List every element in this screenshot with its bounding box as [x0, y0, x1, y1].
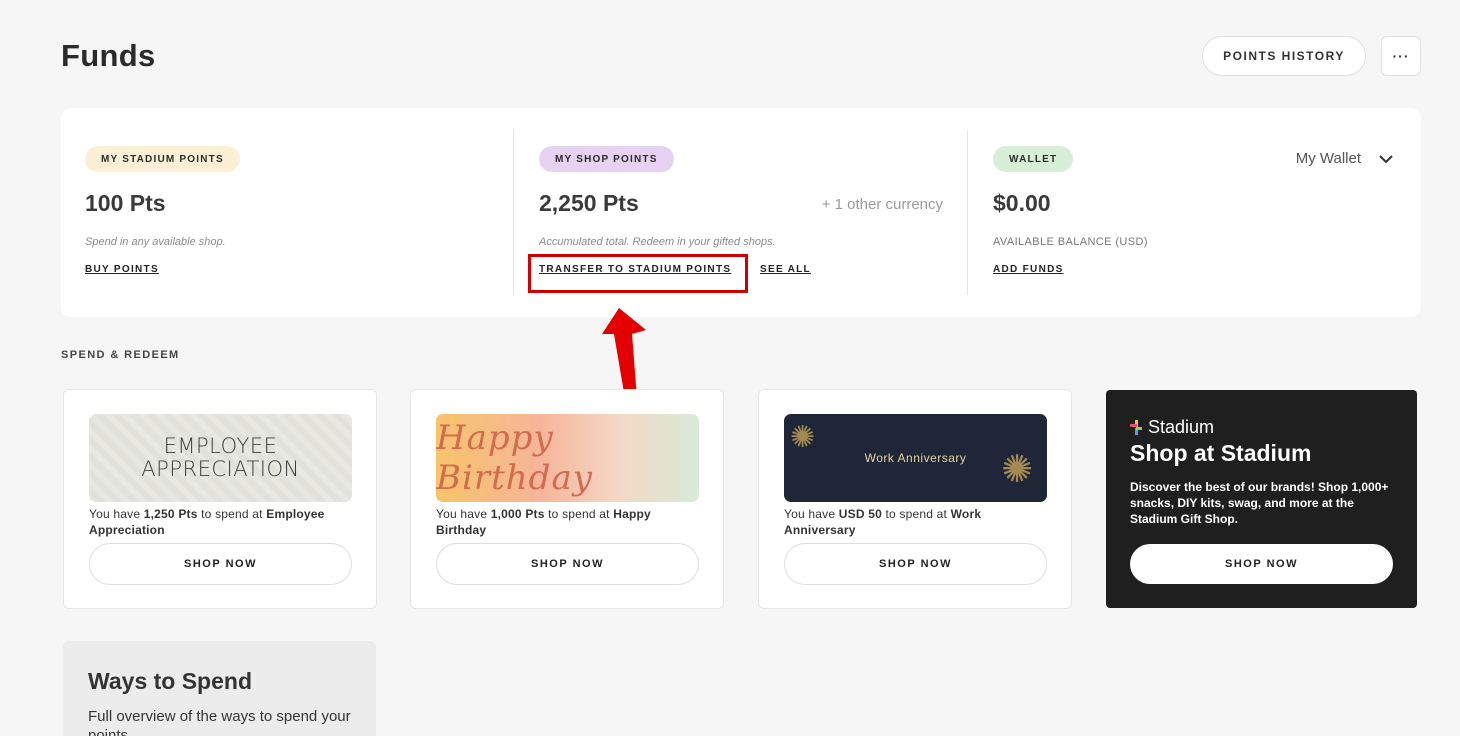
- shop-card-work-anniversary: ✺ ✺ Work Anniversary You have USD 50 to …: [758, 389, 1072, 609]
- points-history-button[interactable]: POINTS HISTORY: [1202, 36, 1366, 76]
- add-funds-link[interactable]: ADD FUNDS: [993, 264, 1064, 275]
- ways-to-spend-description: Full overview of the ways to spend your …: [88, 708, 351, 736]
- ways-to-spend-title: Ways to Spend: [88, 668, 252, 694]
- ways-to-spend-card[interactable]: Ways to Spend Full overview of the ways …: [63, 641, 376, 736]
- shop-banner: Happy Birthday: [436, 414, 699, 502]
- chevron-down-icon: [1379, 154, 1393, 163]
- see-all-link[interactable]: SEE ALL: [760, 264, 811, 275]
- wallet-amount: $0.00: [993, 190, 1051, 216]
- stadium-points-badge: MY STADIUM POINTS: [85, 146, 240, 172]
- wallet-balance-note: AVAILABLE BALANCE (USD): [993, 236, 1148, 248]
- stadium-points-note: Spend in any available shop.: [85, 236, 226, 248]
- more-icon: ···: [1392, 48, 1410, 64]
- shop-now-button[interactable]: SHOP NOW: [436, 543, 699, 585]
- stadium-logo-text: Stadium: [1148, 417, 1215, 437]
- wallet-column: WALLET My Wallet $0.00 AVAILABLE BALANCE…: [993, 108, 1403, 317]
- divider: [513, 130, 514, 295]
- shop-banner: EMPLOYEE APPRECIATION: [89, 414, 352, 502]
- stadium-points-column: MY STADIUM POINTS 100 Pts Spend in any a…: [85, 108, 505, 317]
- banner-text: Work Anniversary: [864, 451, 967, 465]
- shop-points-note: Accumulated total. Redeem in your gifted…: [539, 236, 776, 248]
- buy-points-link[interactable]: BUY POINTS: [85, 264, 159, 275]
- wallet-selector-label: My Wallet: [1295, 150, 1361, 167]
- stadium-shop-description: Discover the best of our brands! Shop 1,…: [1130, 480, 1389, 526]
- stadium-shop-now-button[interactable]: SHOP NOW: [1130, 544, 1393, 584]
- stadium-logo-icon: [1130, 419, 1142, 435]
- shop-card-happy-birthday: Happy Birthday You have 1,000 Pts to spe…: [410, 389, 724, 609]
- firework-icon: ✺: [790, 421, 816, 454]
- shop-banner: ✺ ✺ Work Anniversary: [784, 414, 1047, 502]
- stadium-shop-title: Shop at Stadium: [1130, 440, 1312, 466]
- banner-text: EMPLOYEE APPRECIATION: [141, 434, 300, 481]
- more-options-button[interactable]: ···: [1381, 36, 1421, 76]
- shop-points-amount: 2,250 Pts: [539, 190, 639, 216]
- other-currency-link[interactable]: + 1 other currency: [822, 196, 943, 213]
- shop-now-button[interactable]: SHOP NOW: [784, 543, 1047, 585]
- page-title: Funds: [61, 38, 156, 73]
- shop-points-badge: MY SHOP POINTS: [539, 146, 674, 172]
- divider: [967, 130, 968, 295]
- shop-balance-text: You have USD 50 to spend at Work Anniver…: [784, 507, 982, 537]
- stadium-points-amount: 100 Pts: [85, 190, 166, 216]
- shop-balance-text: You have 1,250 Pts to spend at Employee …: [89, 507, 325, 537]
- banner-text: Happy Birthday: [436, 418, 593, 498]
- shop-balance-text: You have 1,000 Pts to spend at Happy Bir…: [436, 507, 651, 537]
- highlight-box: [528, 254, 748, 293]
- spend-redeem-section-label: SPEND & REDEEM: [61, 349, 180, 361]
- stadium-shop-card: Stadium Shop at Stadium Discover the bes…: [1106, 390, 1417, 608]
- stadium-logo: Stadium: [1130, 417, 1214, 438]
- shop-now-button[interactable]: SHOP NOW: [89, 543, 352, 585]
- wallet-selector[interactable]: My Wallet: [1296, 150, 1393, 167]
- wallet-badge: WALLET: [993, 146, 1074, 172]
- shop-card-employee-appreciation: EMPLOYEE APPRECIATION You have 1,250 Pts…: [63, 389, 377, 609]
- firework-icon: ✺: [1001, 449, 1033, 491]
